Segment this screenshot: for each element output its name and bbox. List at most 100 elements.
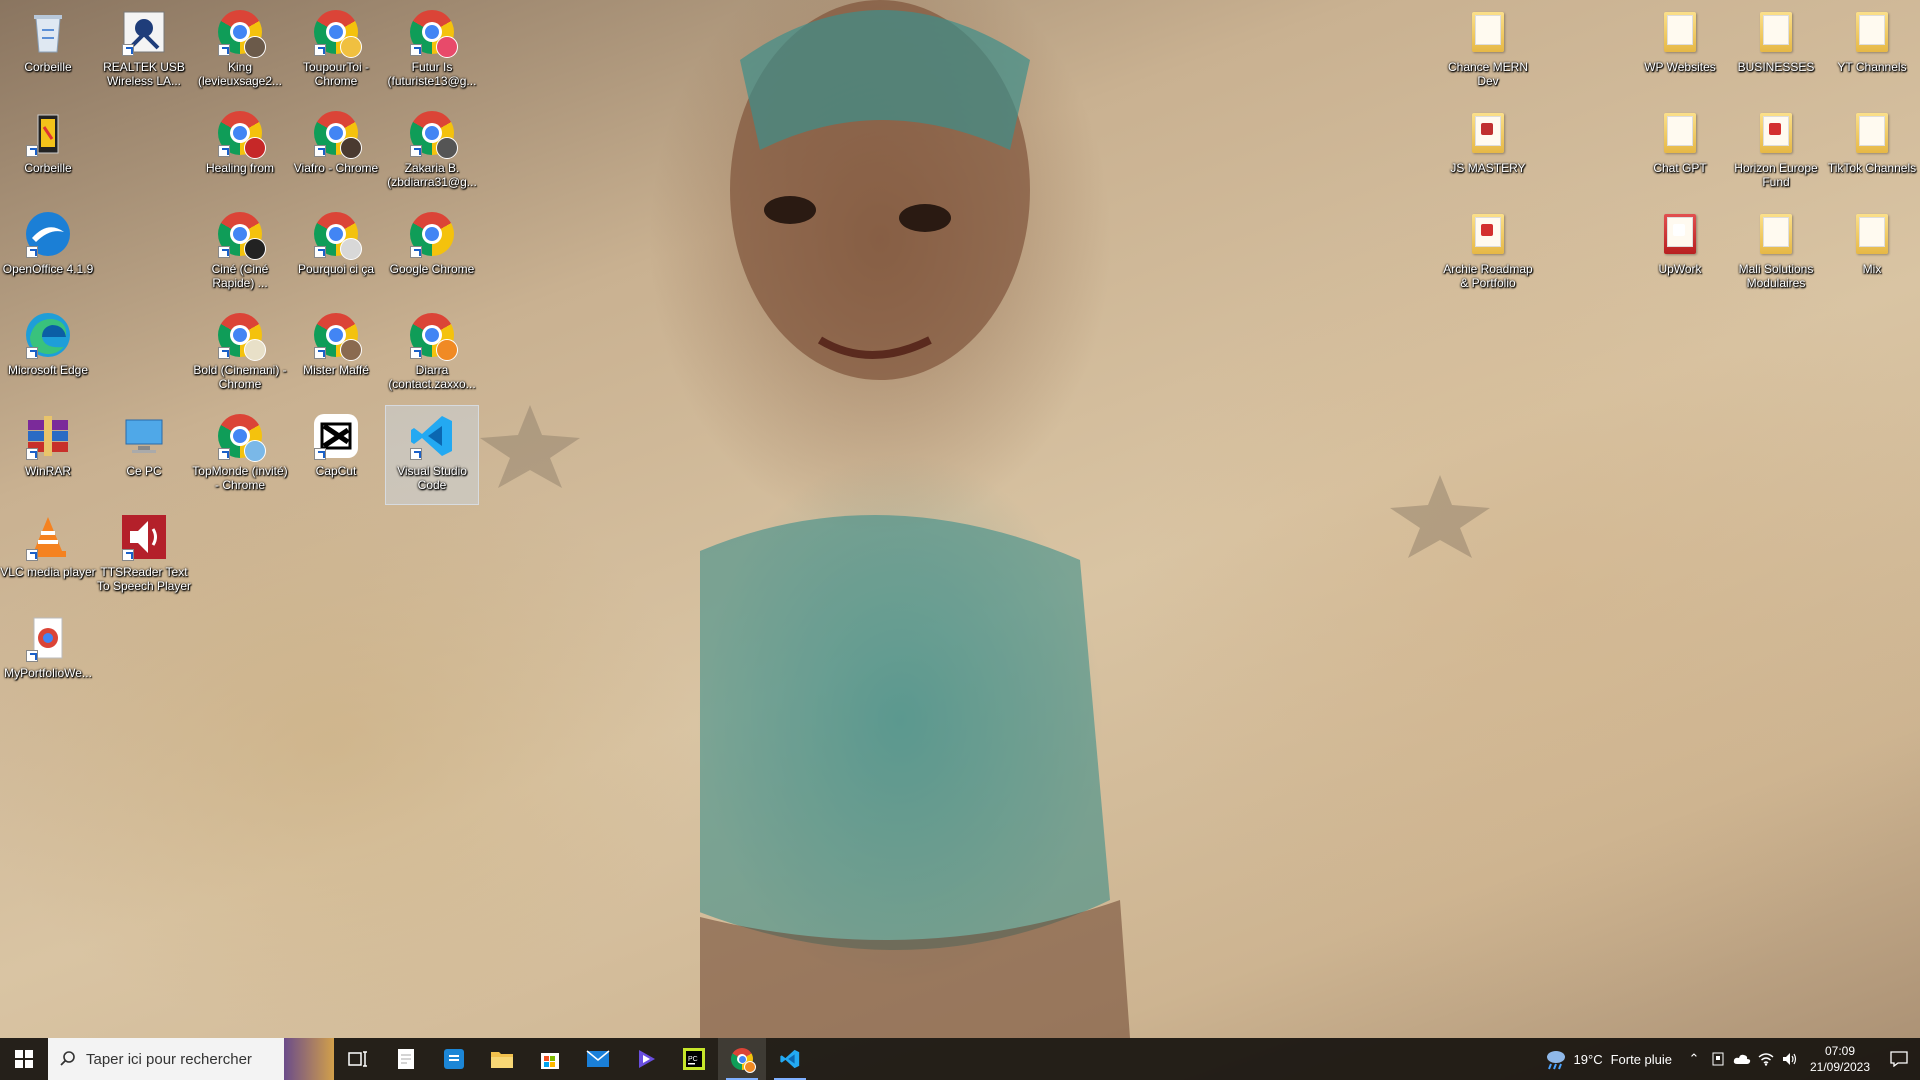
search-highlight-icon: [284, 1038, 334, 1080]
desktop-icon-label: Diarra (contact.zaxxo...: [388, 363, 476, 391]
desktop-icon-vlc[interactable]: VLC media player: [0, 507, 96, 605]
desktop-folder-businesses[interactable]: BUSINESSES: [1730, 2, 1822, 100]
desktop-icon-ttsreader[interactable]: TTSReader Text To Speech Player: [97, 507, 191, 605]
desktop-icon-chrome-topmonde[interactable]: TopMonde (invité) - Chrome: [192, 406, 288, 504]
taskbar-mail[interactable]: [574, 1038, 622, 1080]
mail-icon: [586, 1050, 610, 1067]
chrome-app-icon: [24, 614, 72, 662]
desktop-icon-edge[interactable]: Microsoft Edge: [2, 305, 94, 403]
desktop-icon-chrome-pourquoi[interactable]: Pourquoi ci ça: [290, 204, 382, 302]
windows-logo-icon: [15, 1050, 33, 1068]
notification-icon: [1890, 1051, 1908, 1067]
clock[interactable]: 07:09 21/09/2023: [1802, 1043, 1878, 1075]
folder-icon: [1752, 210, 1800, 258]
desktop-icon-chrome-toupourtoi[interactable]: ToupourToi - Chrome: [290, 2, 382, 100]
weather-desc: Forte pluie: [1610, 1051, 1672, 1067]
desktop-folder-chat-gpt[interactable]: Chat GPT: [1634, 103, 1726, 201]
desktop-icon-label: Corbeille: [24, 60, 72, 74]
teams-meet-icon: [444, 1049, 464, 1069]
taskbar-vscode[interactable]: [766, 1038, 814, 1080]
chrome-profile-icon: [216, 311, 266, 361]
desktop-icon-chrome-cine[interactable]: Ciné (Ciné Rapide) ...: [194, 204, 286, 302]
desktop-icon-label: UpWork: [1658, 262, 1702, 276]
tray-network[interactable]: [1754, 1038, 1778, 1080]
desktop-icon-chrome-mister-maffe[interactable]: Mister Maffé: [290, 305, 382, 403]
volume-icon: [1783, 1053, 1797, 1065]
taskbar-app-blue[interactable]: [430, 1038, 478, 1080]
desktop-icon-myportfolio[interactable]: MyPortfolioWe...: [2, 608, 94, 706]
folder-icon: [1752, 8, 1800, 56]
desktop-icon-label: TopMonde (invité) - Chrome: [192, 464, 288, 492]
taskbar-chrome[interactable]: [718, 1038, 766, 1080]
desktop-icon-chrome-zakaria[interactable]: Zakaria B. (zbdiarra31@g...: [386, 103, 478, 201]
desktop-icon-chrome-bold[interactable]: Bold (Cinemani) - Chrome: [193, 305, 287, 403]
desktop-folder-chance-mern-dev[interactable]: Chance MERN Dev: [1442, 2, 1534, 100]
taskbar-microsoft-store[interactable]: [526, 1038, 574, 1080]
taskbar-file-explorer[interactable]: [478, 1038, 526, 1080]
wifi-icon: [1758, 1053, 1774, 1066]
desktop-folder-js-mastery[interactable]: JS MASTERY: [1442, 103, 1534, 201]
folder-icon: [1848, 109, 1896, 157]
tray-onedrive[interactable]: [1730, 1038, 1754, 1080]
chrome-profile-icon: [216, 412, 266, 462]
taskbar-media-player[interactable]: [622, 1038, 670, 1080]
taskbar-notepad[interactable]: [382, 1038, 430, 1080]
weather-widget[interactable]: 19°C Forte pluie: [1534, 1038, 1682, 1080]
usb-device-icon: [1712, 1052, 1724, 1066]
chrome-icon: [408, 210, 456, 258]
chrome-profile-icon: [312, 311, 362, 361]
desktop-icon-label: Mister Maffé: [303, 363, 369, 377]
desktop-icon-label: Pourquoi ci ça: [297, 262, 375, 276]
desktop-icon-chrome-diarra[interactable]: Diarra (contact.zaxxo...: [386, 305, 478, 403]
system-tray: 19°C Forte pluie ⌃ 07:09 21/09/2023: [1534, 1038, 1920, 1080]
search-box[interactable]: Taper ici pour rechercher: [48, 1038, 334, 1080]
desktop-folder-mix[interactable]: Mix: [1826, 204, 1918, 302]
desktop-folder-yt-channels[interactable]: YT Channels: [1826, 2, 1918, 100]
folder-icon: [1752, 109, 1800, 157]
desktop-icon-chrome-viafro[interactable]: Viafro - Chrome: [290, 103, 382, 201]
desktop-icon-winrar[interactable]: WinRAR: [2, 406, 94, 504]
desktop-folder-horizon-europe-fund[interactable]: Horizon Europe Fund: [1730, 103, 1822, 201]
desktop-icon-corbeille-2[interactable]: Corbeille: [2, 103, 94, 201]
winrar-icon: [24, 412, 72, 460]
desktop-folder-mali-solutions[interactable]: Mali Solutions Modulaires: [1730, 204, 1822, 302]
notification-center-button[interactable]: [1878, 1038, 1920, 1080]
tray-volume[interactable]: [1778, 1038, 1802, 1080]
desktop-icon-label: King (levieuxsage2...: [197, 60, 283, 88]
start-button[interactable]: [0, 1038, 48, 1080]
desktop-icon-google-chrome[interactable]: Google Chrome: [386, 204, 478, 302]
desktop-folder-wp-websites[interactable]: WP Websites: [1634, 2, 1726, 100]
desktop-icon-corbeille[interactable]: Corbeille: [2, 2, 94, 100]
desktop-icon-label: Futur Is (futuriste13@g...: [387, 60, 477, 88]
clock-time: 07:09: [1824, 1044, 1856, 1058]
desktop-folder-archie-roadmap[interactable]: Archie Roadmap & Portfolio: [1442, 204, 1534, 302]
desktop-icon-label: OpenOffice 4.1.9: [2, 262, 94, 276]
desktop-icon-chrome-healing[interactable]: Healing from: [194, 103, 286, 201]
desktop-icon-label: Bold (Cinemani) - Chrome: [193, 363, 287, 391]
show-hidden-icons-button[interactable]: ⌃: [1682, 1038, 1706, 1080]
tray-device-icon[interactable]: [1706, 1038, 1730, 1080]
desktop-folder-tiktok-channels[interactable]: TikTok Channels: [1826, 103, 1918, 201]
desktop-folder-upwork[interactable]: UpWork: [1634, 204, 1726, 302]
realtek-wireless-icon: [120, 8, 168, 56]
desktop-icon-capcut[interactable]: CapCut: [290, 406, 382, 504]
store-icon: [541, 1053, 559, 1069]
chrome-profile-icon: [408, 311, 458, 361]
task-view-button[interactable]: [334, 1038, 382, 1080]
svg-text:PC: PC: [688, 1056, 698, 1063]
taskbar-pycharm[interactable]: PC: [670, 1038, 718, 1080]
desktop-icon-chrome-king[interactable]: King (levieuxsage2...: [194, 2, 286, 100]
capcut-icon: [312, 412, 360, 460]
desktop-icon-realtek[interactable]: REALTEK USB Wireless LA...: [98, 2, 190, 100]
desktop-icon-chrome-futuris[interactable]: Futur Is (futuriste13@g...: [386, 2, 478, 100]
desktop-icon-ce-pc[interactable]: Ce PC: [98, 406, 190, 504]
vlc-icon: [24, 513, 72, 561]
desktop-icon-label: Google Chrome: [389, 262, 475, 276]
vscode-icon: [780, 1049, 800, 1069]
desktop-icon-vscode[interactable]: Visual Studio Code: [385, 405, 479, 505]
desktop: Corbeille Corbeille OpenOffice 4.1.9 Mic…: [0, 0, 1920, 1038]
folder-icon: [1464, 8, 1512, 56]
recycle-bin-icon: [24, 109, 72, 157]
desktop-icon-openoffice[interactable]: OpenOffice 4.1.9: [2, 204, 94, 302]
search-icon: [60, 1051, 75, 1066]
